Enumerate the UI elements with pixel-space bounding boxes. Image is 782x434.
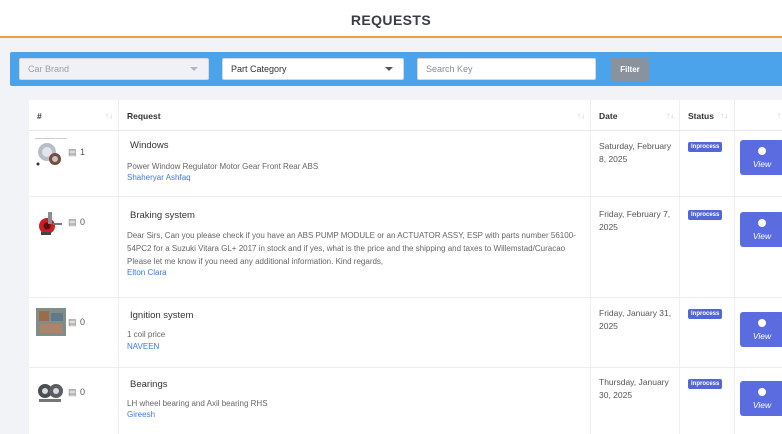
message-icon: ▤ <box>68 387 77 397</box>
part-category-value: Part Category <box>231 64 287 74</box>
view-icon <box>758 219 766 227</box>
request-date: Thursday, January 30, 2025 <box>599 377 669 400</box>
request-user-link[interactable]: Gireesh <box>127 410 155 419</box>
view-button[interactable]: View <box>740 312 782 347</box>
table-row: ▤ 0 Ignition system 1 coil price NAVEEN … <box>29 297 782 368</box>
part-thumbnail <box>35 138 67 168</box>
request-description: Power Window Regulator Motor Gear Front … <box>127 162 319 171</box>
message-icon: ▤ <box>68 147 77 157</box>
request-user-link[interactable]: Elton Clara <box>127 268 167 277</box>
status-badge: Inprocess <box>688 142 723 152</box>
request-date: Friday, February 7, 2025 <box>599 209 671 232</box>
table-row: ▤ 0 Bearings LH wheel bearing and Axil b… <box>29 367 782 434</box>
view-button[interactable]: View <box>740 212 782 247</box>
view-button-label: View <box>752 400 772 410</box>
request-description: 1 coil price <box>127 330 166 339</box>
message-icon: ▤ <box>68 217 77 227</box>
table-header: # ↑↓ Request ↑↓ Date ↑↓ Status ↑↓ ↑↓ <box>29 100 782 131</box>
message-count: 0 <box>80 317 86 327</box>
request-title: Ignition system <box>130 310 194 321</box>
request-user-link[interactable]: NAVEEN <box>127 342 159 351</box>
status-badge: Inprocess <box>688 309 723 319</box>
sort-icon[interactable]: ↑↓ <box>777 111 782 120</box>
view-icon <box>758 147 766 155</box>
message-icon: ▤ <box>68 317 77 327</box>
page-title: REQUESTS <box>350 12 432 28</box>
view-button-label: View <box>752 231 772 241</box>
message-count: 1 <box>80 147 86 157</box>
search-input[interactable] <box>417 58 596 80</box>
status-badge: Inprocess <box>688 379 723 389</box>
request-description: Dear Sirs, Can you please check if you h… <box>127 231 576 266</box>
table-row: ▤ 0 Braking system Dear Sirs, Can you pl… <box>29 196 782 298</box>
request-description: LH wheel bearing and Axil bearing RHS <box>127 399 268 408</box>
view-button-label: View <box>752 159 772 169</box>
view-icon <box>758 388 766 396</box>
view-button[interactable]: View <box>740 140 782 175</box>
page-header: REQUESTS <box>0 0 782 38</box>
request-user-link[interactable]: Shaheryar Ashfaq <box>127 173 191 182</box>
column-header-status[interactable]: Status <box>688 111 714 121</box>
car-brand-value: Car Brand <box>28 64 70 74</box>
view-button-label: View <box>752 331 772 341</box>
request-date: Friday, January 31, 2025 <box>599 308 672 331</box>
part-thumbnail <box>35 208 67 238</box>
sort-icon[interactable]: ↑↓ <box>105 111 113 120</box>
sort-icon[interactable]: ↑↓ <box>720 111 728 120</box>
message-count: 0 <box>80 387 86 397</box>
part-thumbnail <box>35 307 67 337</box>
car-brand-select[interactable]: Car Brand <box>19 58 209 80</box>
chevron-down-icon <box>385 67 393 71</box>
request-title: Bearings <box>130 379 168 390</box>
request-title: Braking system <box>130 210 195 221</box>
message-count: 0 <box>80 217 86 227</box>
requests-table: # ↑↓ Request ↑↓ Date ↑↓ Status ↑↓ ↑↓ ▤ 1… <box>29 100 782 434</box>
view-button[interactable]: View <box>740 381 782 416</box>
column-header-number[interactable]: # <box>37 111 42 121</box>
part-thumbnail <box>35 379 67 409</box>
part-category-select[interactable]: Part Category <box>222 58 404 80</box>
request-date: Saturday, February 8, 2025 <box>599 141 672 164</box>
request-title: Windows <box>130 140 169 151</box>
sort-icon[interactable]: ↑↓ <box>666 111 674 120</box>
filter-button[interactable]: Filter <box>611 58 649 81</box>
table-row: ▤ 1 Windows Power Window Regulator Motor… <box>29 130 782 197</box>
sort-icon[interactable]: ↑↓ <box>577 111 585 120</box>
filter-bar: Car Brand Part Category Filter <box>10 52 782 86</box>
column-header-date[interactable]: Date <box>599 111 617 121</box>
view-icon <box>758 319 766 327</box>
status-badge: Inprocess <box>688 210 723 220</box>
chevron-down-icon <box>190 67 198 71</box>
column-header-request[interactable]: Request <box>127 111 161 121</box>
